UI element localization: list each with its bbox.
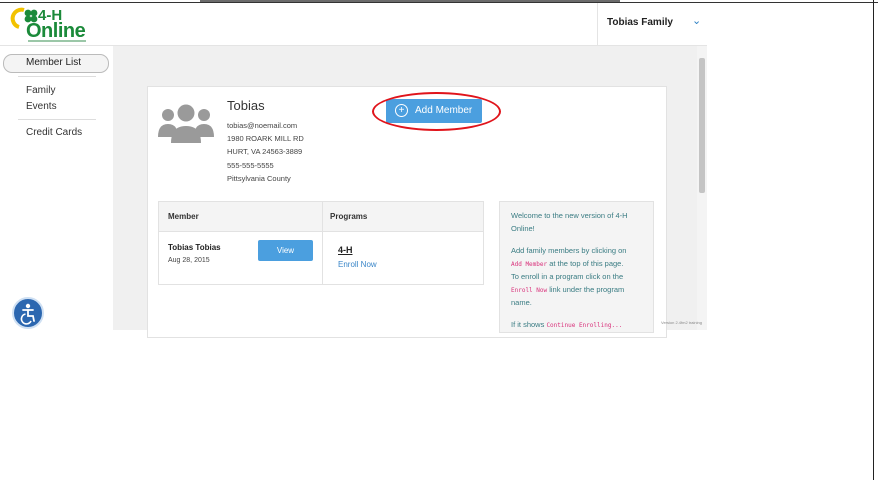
chevron-down-icon[interactable]: ⌄ bbox=[692, 14, 701, 27]
address-line2: HURT, VA 24563-3889 bbox=[227, 147, 303, 156]
logo[interactable]: 4-H Online bbox=[10, 5, 86, 43]
member-row-name: Tobias Tobias bbox=[168, 243, 221, 252]
email-text: tobias@noemail.com bbox=[227, 121, 298, 130]
county-text: Pittsylvania County bbox=[227, 174, 291, 183]
accessibility-button[interactable] bbox=[12, 297, 44, 329]
welcome-text: at the top of this page. bbox=[549, 259, 624, 268]
welcome-text: link under the program bbox=[549, 285, 625, 294]
highlight-annotation bbox=[372, 92, 501, 131]
member-name-heading: Tobias bbox=[227, 98, 265, 113]
sidebar-item-family[interactable]: Family bbox=[26, 85, 55, 96]
sidebar-divider bbox=[18, 76, 96, 77]
header: 4-H Online Tobias Family ⌄ bbox=[0, 3, 707, 46]
welcome-line: Add family members by clicking on bbox=[511, 246, 627, 255]
column-divider bbox=[322, 202, 323, 284]
column-header-member: Member bbox=[168, 212, 199, 221]
logo-tagline bbox=[28, 40, 86, 42]
scrollbar-thumb[interactable] bbox=[699, 58, 705, 193]
sidebar-item-label: Member List bbox=[26, 57, 82, 68]
sidebar: Member List Family Events Credit Cards bbox=[0, 46, 112, 330]
person-group-icon bbox=[158, 104, 214, 143]
member-row-date: Aug 28, 2015 bbox=[168, 257, 210, 264]
members-table: Member Programs Tobias Tobias Aug 28, 20… bbox=[158, 201, 484, 285]
welcome-panel: Welcome to the new version of 4-H Online… bbox=[499, 201, 654, 333]
code-add-member: Add Member bbox=[511, 261, 548, 268]
version-note: Version 2.4fm2 training bbox=[661, 320, 702, 325]
welcome-line: Welcome to the new version of 4-H bbox=[511, 211, 628, 220]
screenshot-frame: 4-H Online Tobias Family ⌄ Member List F… bbox=[0, 0, 878, 480]
sidebar-divider bbox=[18, 119, 96, 120]
table-header: Member Programs bbox=[159, 202, 483, 232]
column-header-programs: Programs bbox=[330, 212, 368, 221]
sidebar-item-events[interactable]: Events bbox=[26, 101, 57, 112]
family-name: Tobias Family bbox=[607, 17, 673, 28]
welcome-line: Online! bbox=[511, 224, 535, 233]
welcome-text: If it shows bbox=[511, 320, 545, 329]
welcome-line: name. bbox=[511, 298, 532, 307]
family-menu[interactable]: Tobias Family ⌄ bbox=[597, 3, 707, 45]
welcome-line: To enroll in a program click on the bbox=[511, 272, 624, 281]
code-continue-enrolling: Continue Enrolling... bbox=[546, 322, 623, 329]
welcome-line: Add Member at the top of this page. bbox=[511, 259, 623, 268]
address-line1: 1980 ROARK MILL RD bbox=[227, 134, 304, 143]
sidebar-item-member-list[interactable]: Member List bbox=[3, 54, 109, 73]
right-rule bbox=[873, 0, 874, 480]
welcome-line: If it shows Continue Enrolling... bbox=[511, 320, 622, 329]
code-enroll-now: Enroll Now bbox=[511, 287, 548, 294]
accessibility-icon bbox=[20, 303, 35, 325]
welcome-line: Enroll Now link under the program bbox=[511, 285, 624, 294]
program-link-4h[interactable]: 4-H bbox=[338, 245, 353, 255]
sidebar-item-credit-cards[interactable]: Credit Cards bbox=[26, 127, 82, 138]
enroll-now-link[interactable]: Enroll Now bbox=[338, 260, 377, 269]
view-button[interactable]: View bbox=[258, 240, 313, 261]
phone-text: 555-555-5555 bbox=[227, 161, 274, 170]
